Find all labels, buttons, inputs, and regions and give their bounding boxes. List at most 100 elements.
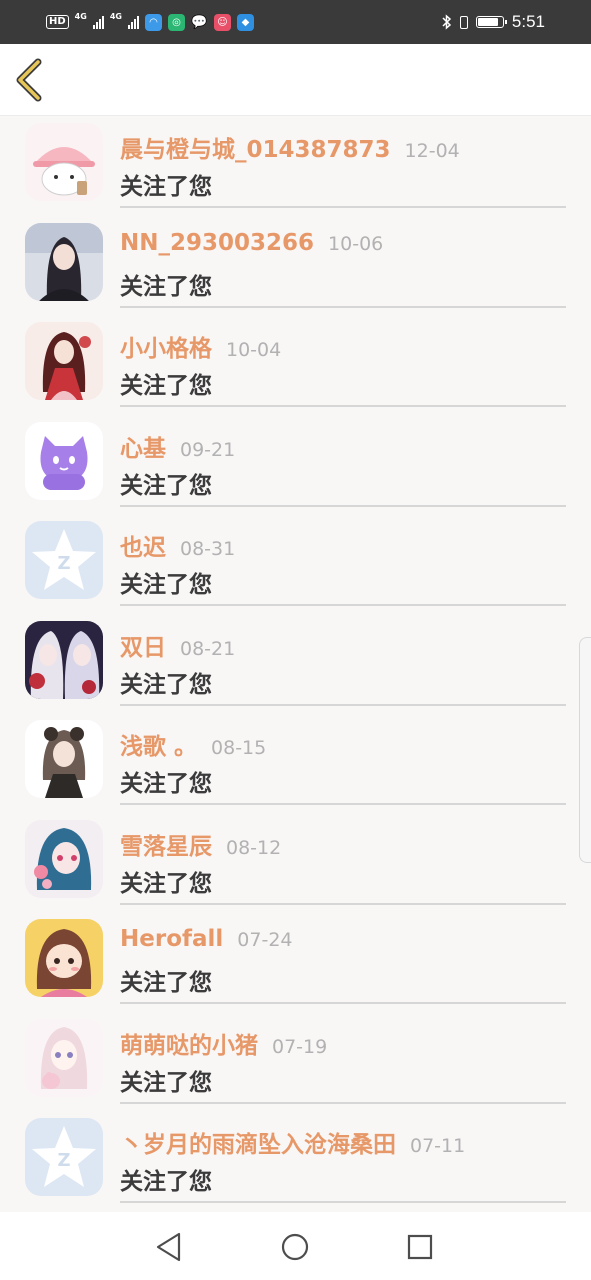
- avatar[interactable]: [25, 421, 103, 500]
- header: [0, 44, 591, 116]
- follower-name[interactable]: NN_293003266: [120, 230, 314, 256]
- signal-icon: [127, 15, 139, 29]
- divider: [120, 803, 566, 805]
- back-triangle-icon: [156, 1232, 181, 1262]
- recents-square-icon: [407, 1234, 433, 1260]
- divider: [120, 1101, 566, 1104]
- vibrate-icon: [459, 15, 468, 29]
- divider: [120, 305, 566, 308]
- status-left: HD 4G 4G ◠ ◎ 💬 ☺ ◆: [46, 12, 254, 32]
- avatar[interactable]: [25, 720, 103, 798]
- list-item[interactable]: 晨与橙与城_014387873 12-04 关注了您: [0, 115, 591, 215]
- follow-action-text: 关注了您: [120, 174, 212, 200]
- follower-name[interactable]: 也迟: [120, 535, 166, 561]
- list-item[interactable]: 萌萌哒的小猪 07-19 关注了您: [0, 1011, 591, 1111]
- svg-text:Z: Z: [57, 1150, 70, 1171]
- status-bar: HD 4G 4G ◠ ◎ 💬 ☺ ◆ 5:51: [0, 0, 591, 44]
- follow-action-text: 关注了您: [120, 1169, 212, 1195]
- name-line: 双日 08-21: [120, 628, 235, 662]
- app-icon: ◆: [236, 13, 254, 31]
- battery-icon: [475, 16, 507, 28]
- nav-home-button[interactable]: [277, 1229, 313, 1265]
- list-item[interactable]: 心基 09-21 关注了您: [0, 414, 591, 514]
- list-item[interactable]: 小小格格 10-04 关注了您: [0, 314, 591, 414]
- back-button[interactable]: [14, 58, 54, 102]
- avatar[interactable]: Z: [25, 521, 103, 599]
- name-line: 心基 09-21: [120, 429, 235, 463]
- avatar[interactable]: [25, 123, 103, 201]
- list-item[interactable]: NN_293003266 10-06 关注了您: [0, 215, 591, 315]
- avatar[interactable]: [25, 222, 103, 301]
- follow-action-text: 关注了您: [120, 771, 212, 797]
- name-line: 萌萌哒的小猪 07-19: [120, 1026, 327, 1060]
- avatar[interactable]: [25, 1018, 103, 1097]
- list-item[interactable]: 雪落星辰 08-12 关注了您: [0, 812, 591, 912]
- follower-name[interactable]: 心基: [120, 436, 166, 462]
- divider: [120, 405, 566, 407]
- divider: [120, 1002, 566, 1004]
- avatar[interactable]: [25, 322, 103, 400]
- follow-date: 08-12: [226, 836, 282, 859]
- list-item[interactable]: Herofall 07-24 关注了您: [0, 911, 591, 1011]
- status-right: 5:51: [442, 12, 545, 32]
- follower-name[interactable]: 雪落星辰: [120, 834, 212, 860]
- follower-name[interactable]: 晨与橙与城_014387873: [120, 137, 391, 163]
- avatar[interactable]: [25, 620, 103, 699]
- follow-date: 07-24: [237, 929, 293, 951]
- follow-date: 08-31: [180, 538, 236, 560]
- follower-name[interactable]: 丶岁月的雨滴坠入沧海桑田: [120, 1132, 396, 1158]
- follower-name[interactable]: 双日: [120, 635, 166, 661]
- follow-action-text: 关注了您: [120, 373, 212, 399]
- follow-date: 08-21: [180, 637, 236, 660]
- follow-date: 07-19: [272, 1035, 328, 1058]
- follow-date: 07-11: [410, 1135, 466, 1157]
- network-type-2: 4G: [109, 12, 122, 21]
- list-item[interactable]: 浅歌 。 08-15 关注了您: [0, 712, 591, 812]
- name-line: 浅歌 。 08-15: [120, 727, 266, 761]
- follower-name[interactable]: Herofall: [120, 926, 223, 952]
- divider: [120, 902, 566, 905]
- avatar[interactable]: Z: [25, 1118, 103, 1196]
- home-circle-icon: [281, 1233, 309, 1261]
- follow-date: 08-15: [211, 737, 267, 759]
- name-line: 也迟 08-31: [120, 528, 235, 562]
- list-item[interactable]: Z 丶岁月的雨滴坠入沧海桑田 07-11 关注了您: [0, 1110, 591, 1210]
- name-line: 丶岁月的雨滴坠入沧海桑田 07-11: [120, 1125, 465, 1159]
- follower-name[interactable]: 浅歌 。: [120, 734, 197, 760]
- divider: [120, 703, 566, 706]
- chevron-left-icon: [16, 58, 42, 102]
- list-item[interactable]: 双日 08-21 关注了您: [0, 613, 591, 713]
- battery-fill: [477, 18, 498, 26]
- hd-icon: HD: [46, 15, 69, 29]
- follow-action-text: 关注了您: [120, 970, 212, 996]
- signal-icon: [92, 15, 104, 29]
- follow-action-text: 关注了您: [120, 671, 212, 698]
- avatar[interactable]: [25, 819, 103, 898]
- follower-name[interactable]: 萌萌哒的小猪: [120, 1033, 258, 1059]
- nav-back-button[interactable]: [151, 1229, 187, 1265]
- follow-date: 09-21: [180, 438, 236, 461]
- divider: [120, 504, 566, 507]
- follower-list[interactable]: 晨与橙与城_014387873 12-04 关注了您 NN_293003266 10-0…: [0, 115, 591, 1212]
- list-item[interactable]: Z 也迟 08-31 关注了您: [0, 513, 591, 613]
- app-icon: ☺: [213, 13, 231, 31]
- name-line: 雪落星辰 08-12: [120, 827, 281, 861]
- divider: [120, 1201, 566, 1203]
- nav-recents-button[interactable]: [402, 1229, 438, 1265]
- follow-action-text: 关注了您: [120, 273, 212, 300]
- name-line: Herofall 07-24: [120, 926, 293, 952]
- svg-text:Z: Z: [57, 553, 70, 574]
- clock: 5:51: [511, 12, 545, 31]
- navigation-bar: [0, 1212, 591, 1280]
- name-line: 晨与橙与城_014387873 12-04: [120, 130, 460, 164]
- scroll-handle[interactable]: [579, 637, 591, 863]
- bluetooth-icon: [442, 14, 452, 30]
- app-icon: ◠: [144, 13, 162, 31]
- avatar[interactable]: [25, 919, 103, 997]
- name-line: NN_293003266 10-06: [120, 230, 383, 256]
- follow-action-text: 关注了您: [120, 870, 212, 897]
- name-line: 小小格格 10-04: [120, 329, 281, 363]
- follow-action-text: 关注了您: [120, 1069, 212, 1096]
- follower-name[interactable]: 小小格格: [120, 336, 212, 362]
- follow-date: 12-04: [404, 140, 460, 162]
